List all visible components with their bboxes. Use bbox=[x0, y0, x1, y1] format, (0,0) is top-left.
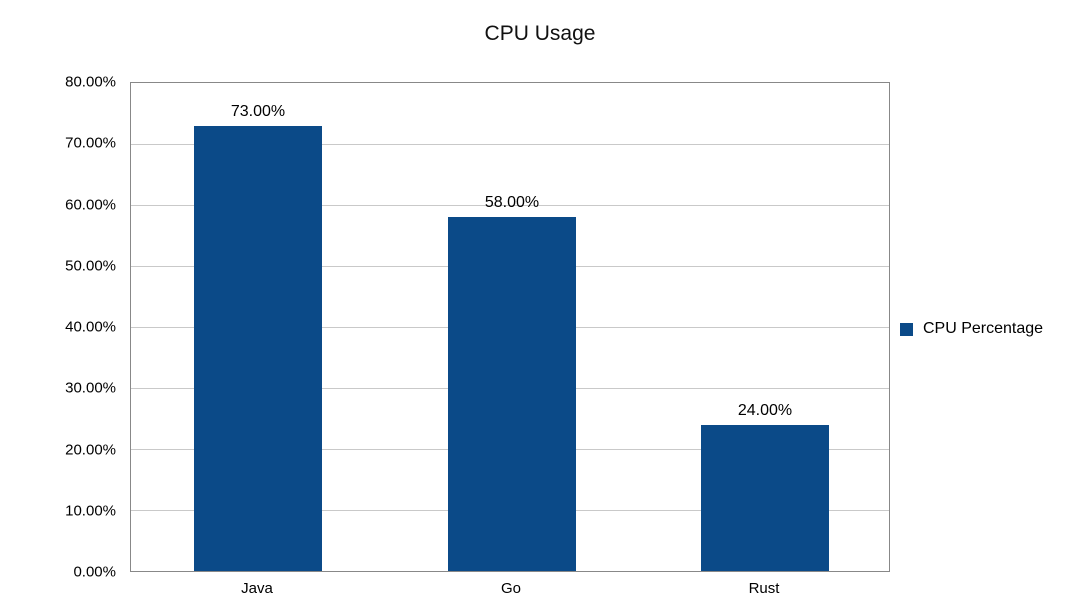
bar-java bbox=[194, 126, 322, 571]
data-label: 24.00% bbox=[738, 402, 792, 420]
y-tick-label: 70.00% bbox=[0, 135, 126, 152]
y-tick-label: 60.00% bbox=[0, 196, 126, 213]
x-tick-label: Java bbox=[241, 580, 273, 597]
x-tick-label: Rust bbox=[749, 580, 780, 597]
bar-rust bbox=[701, 425, 829, 571]
y-tick-label: 50.00% bbox=[0, 257, 126, 274]
legend-swatch-icon bbox=[900, 323, 913, 336]
y-tick-label: 10.00% bbox=[0, 502, 126, 519]
legend: CPU Percentage bbox=[900, 320, 1043, 338]
bars-group: 73.00% 58.00% 24.00% bbox=[131, 83, 889, 571]
y-tick-label: 0.00% bbox=[0, 564, 126, 581]
y-axis: 0.00% 10.00% 20.00% 30.00% 40.00% 50.00%… bbox=[0, 82, 126, 572]
x-axis: Java Go Rust bbox=[130, 580, 890, 610]
bar-go bbox=[448, 217, 576, 571]
x-tick-label: Go bbox=[501, 580, 521, 597]
data-label: 58.00% bbox=[485, 194, 539, 212]
y-tick-label: 30.00% bbox=[0, 380, 126, 397]
y-tick-label: 40.00% bbox=[0, 319, 126, 336]
plot-area: 73.00% 58.00% 24.00% bbox=[130, 82, 890, 572]
y-tick-label: 80.00% bbox=[0, 74, 126, 91]
chart-title: CPU Usage bbox=[0, 22, 1080, 46]
y-tick-label: 20.00% bbox=[0, 441, 126, 458]
data-label: 73.00% bbox=[231, 103, 285, 121]
cpu-usage-chart: CPU Usage 0.00% 10.00% 20.00% 30.00% 40.… bbox=[0, 0, 1080, 609]
legend-label: CPU Percentage bbox=[923, 320, 1043, 338]
plot-wrap: 0.00% 10.00% 20.00% 30.00% 40.00% 50.00%… bbox=[30, 82, 1050, 572]
